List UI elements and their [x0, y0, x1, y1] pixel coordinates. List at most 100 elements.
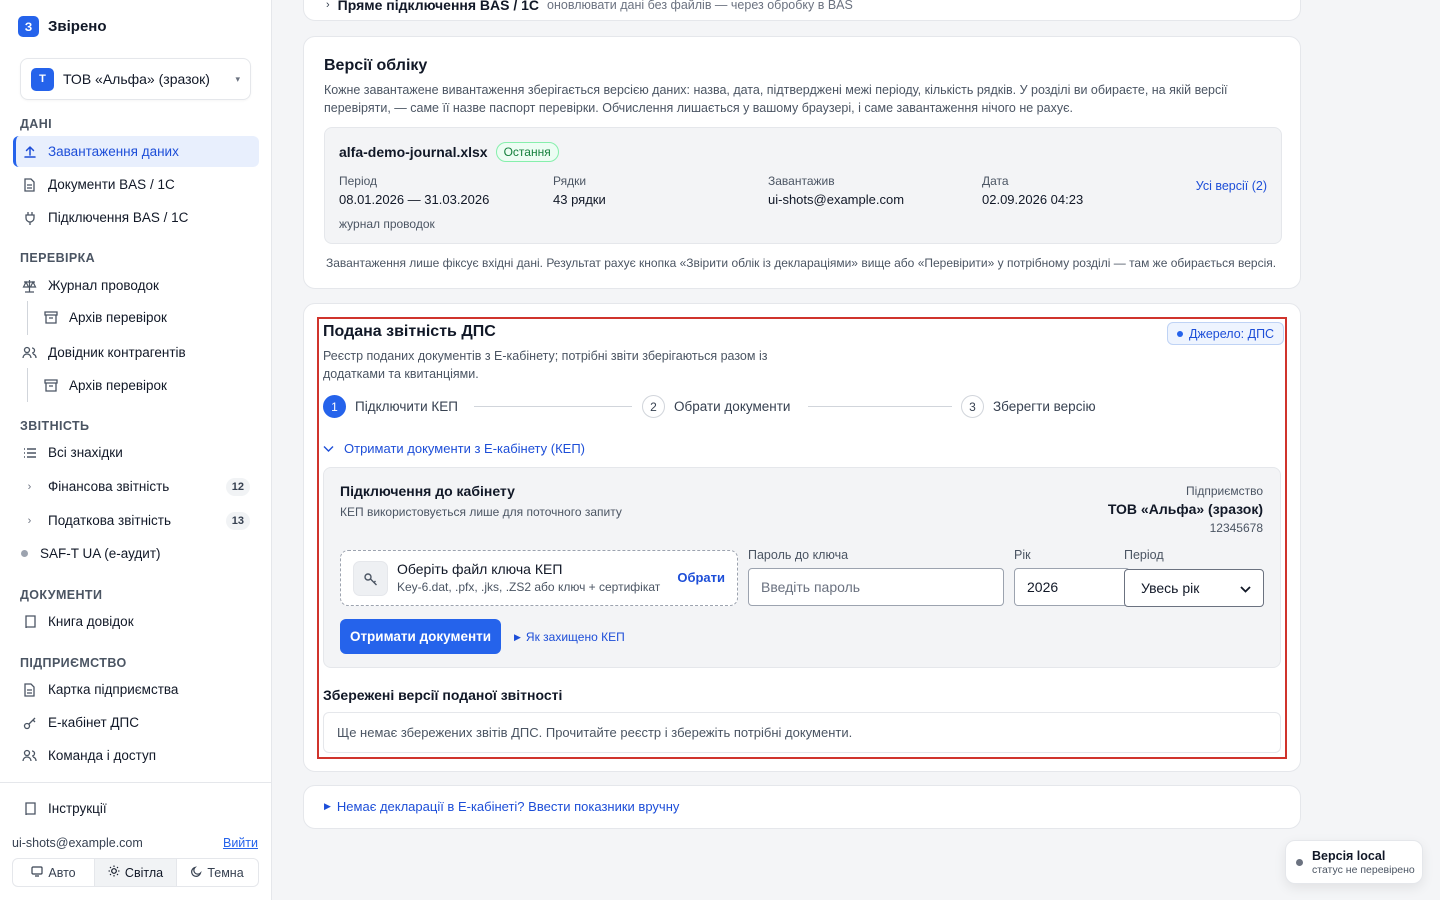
sidebar-item-all-findings[interactable]: Всі знахідки	[13, 437, 259, 468]
sidebar-item-upload[interactable]: Завантаження даних	[13, 136, 259, 167]
manual-entry-toggle[interactable]: ▶ Немає декларації в Е-кабінеті? Ввести …	[324, 799, 679, 814]
connection-title: Підключення до кабінету	[340, 483, 515, 499]
version-toast: Версія local статус не перевірено	[1285, 840, 1423, 884]
dps-title: Подана звітність ДПС	[323, 323, 496, 340]
password-input[interactable]: Введіть пароль	[748, 568, 1004, 606]
theme-auto-button[interactable]: Авто	[13, 859, 95, 886]
sidebar-item-team[interactable]: Команда і доступ	[13, 740, 259, 771]
ecabinet-expander[interactable]: Отримати документи з Е-кабінету (КЕП)	[323, 441, 585, 456]
status-dot-icon	[1296, 859, 1303, 866]
rows-value: 43 рядки	[553, 192, 606, 207]
sidebar-item-label: Команда і доступ	[48, 748, 157, 763]
sidebar-item-counterparties[interactable]: Довідник контрагентів	[13, 337, 259, 368]
sidebar-divider	[0, 782, 272, 783]
period-select[interactable]: Увесь рік	[1124, 569, 1264, 607]
sun-icon	[108, 865, 120, 880]
latest-badge: Остання	[495, 142, 559, 162]
upload-icon	[22, 144, 37, 159]
choose-file-button[interactable]: Обрати	[677, 570, 725, 585]
company-label: Підприємство	[1186, 484, 1263, 498]
source-badge: Джерело: ДПС	[1167, 322, 1285, 345]
sidebar-item-saft[interactable]: SAF-T UA (е-аудит)	[13, 538, 259, 569]
version-file-name: alfa-demo-journal.xlsx	[339, 144, 488, 160]
key-file-picker[interactable]: Оберіть файл ключа КЕП Key-6.dat, .pfx, …	[340, 550, 738, 606]
theme-dark-label: Темна	[207, 865, 244, 880]
step-connector	[808, 406, 952, 407]
sidebar-item-cert-book[interactable]: Книга довідок	[13, 606, 259, 637]
document-icon	[22, 177, 37, 192]
saved-versions-title: Збережені версії поданої звітності	[323, 687, 563, 703]
company-name: ТОВ «Альфа» (зразок)	[1107, 501, 1263, 517]
chevron-right-icon: ›	[27, 514, 32, 527]
count-badge: 12	[225, 477, 250, 496]
step-label: Підключити КЕП	[355, 399, 458, 414]
dps-description: Реєстр поданих документів з Е-кабінету; …	[323, 349, 768, 381]
sidebar-item-financial[interactable]: › Фінансова звітність 12	[13, 471, 259, 502]
manual-entry-card: ▶ Немає декларації в Е-кабінеті? Ввести …	[303, 785, 1301, 829]
chevron-down-icon	[323, 441, 334, 456]
nav-section-data: ДАНІ	[20, 117, 53, 131]
versions-card: Версії обліку Кожне завантажене вивантаж…	[303, 36, 1301, 289]
ecabinet-expander-label: Отримати документи з Е-кабінету (КЕП)	[344, 441, 585, 456]
step-save-version: 3 Зберегти версію	[961, 395, 1096, 418]
org-avatar: Т	[31, 67, 54, 91]
all-versions-link[interactable]: Усі версії (2)	[1196, 179, 1267, 193]
logout-link[interactable]: Вийти	[223, 836, 258, 850]
theme-switch: Авто Світла Темна	[12, 858, 259, 887]
sidebar-item-label: Архів перевірок	[69, 378, 167, 393]
scales-icon	[22, 278, 37, 293]
nav-tree-line	[27, 301, 28, 335]
kep-help-label: Як захищено КЕП	[525, 630, 625, 644]
brand[interactable]: З Звірено	[18, 16, 107, 37]
step-connector	[474, 406, 632, 407]
sidebar-item-ecabinet[interactable]: Е-кабінет ДПС	[13, 707, 259, 738]
get-documents-button[interactable]: Отримати документи	[340, 619, 501, 654]
sidebar-item-journal-archive[interactable]: Архів перевірок	[35, 302, 259, 333]
sidebar-item-label: Документи BAS / 1C	[48, 177, 175, 192]
plug-icon	[22, 210, 37, 225]
year-input[interactable]: 2026	[1014, 568, 1130, 606]
bas-connection-row[interactable]: › Пряме підключення BAS / 1C оновлювати …	[326, 0, 853, 13]
brand-name: Звірено	[48, 18, 107, 35]
sidebar-item-bas-docs[interactable]: Документи BAS / 1C	[13, 169, 259, 200]
nav-tree-line	[27, 368, 28, 402]
sidebar-item-tax[interactable]: › Податкова звітність 13	[13, 505, 259, 536]
organization-select[interactable]: Т ТОВ «Альфа» (зразок) ▾	[20, 58, 251, 100]
step-label: Обрати документи	[674, 399, 791, 414]
sidebar-item-label: Картка підприємства	[48, 682, 179, 697]
theme-light-label: Світла	[124, 865, 164, 880]
step-number: 3	[961, 395, 984, 418]
kep-help-link[interactable]: ▶ Як захищено КЕП	[514, 630, 625, 644]
chevron-right-icon: ›	[27, 480, 32, 493]
version-kind: журнал проводок	[339, 217, 435, 231]
theme-auto-label: Авто	[48, 865, 76, 880]
sidebar: З Звірено Т ТОВ «Альфа» (зразок) ▾ ДАНІ …	[0, 0, 272, 900]
theme-dark-button[interactable]: Темна	[177, 859, 258, 886]
saved-versions-empty: Ще немає збережених звітів ДПС. Прочитай…	[323, 712, 1281, 753]
sidebar-item-bas-connection[interactable]: Підключення BAS / 1C	[13, 202, 259, 233]
step-number: 1	[323, 395, 346, 418]
year-label: Рік	[1014, 548, 1031, 562]
user-email: ui-shots@example.com	[12, 836, 143, 850]
archive-icon	[43, 310, 58, 325]
sidebar-item-label: Е-кабінет ДПС	[48, 715, 139, 730]
version-item: alfa-demo-journal.xlsx Остання Період 08…	[324, 127, 1282, 244]
sidebar-item-journal[interactable]: Журнал проводок	[13, 270, 259, 301]
book-icon	[22, 801, 37, 816]
period-label: Період	[339, 174, 378, 188]
sidebar-item-label: Архів перевірок	[69, 310, 167, 325]
sidebar-item-label: Журнал проводок	[48, 278, 159, 293]
versions-footnote: Завантаження лише фіксує вхідні дані. Ре…	[326, 256, 1277, 270]
monitor-icon	[31, 865, 43, 880]
versions-title: Версії обліку	[324, 57, 428, 74]
uploader-label: Завантажив	[768, 174, 835, 188]
nav-section-check: ПЕРЕВІРКА	[20, 251, 96, 265]
sidebar-item-counterparties-archive[interactable]: Архів перевірок	[35, 370, 259, 401]
sidebar-item-instructions[interactable]: Інструкції	[13, 793, 259, 824]
sidebar-item-company-card[interactable]: Картка підприємства	[13, 674, 259, 705]
theme-light-button[interactable]: Світла	[95, 859, 177, 886]
sidebar-item-label: Завантаження даних	[48, 144, 179, 159]
nav-section-company: ПІДПРИЄМСТВО	[20, 656, 127, 670]
step-number: 2	[642, 395, 665, 418]
users-icon	[22, 345, 37, 360]
